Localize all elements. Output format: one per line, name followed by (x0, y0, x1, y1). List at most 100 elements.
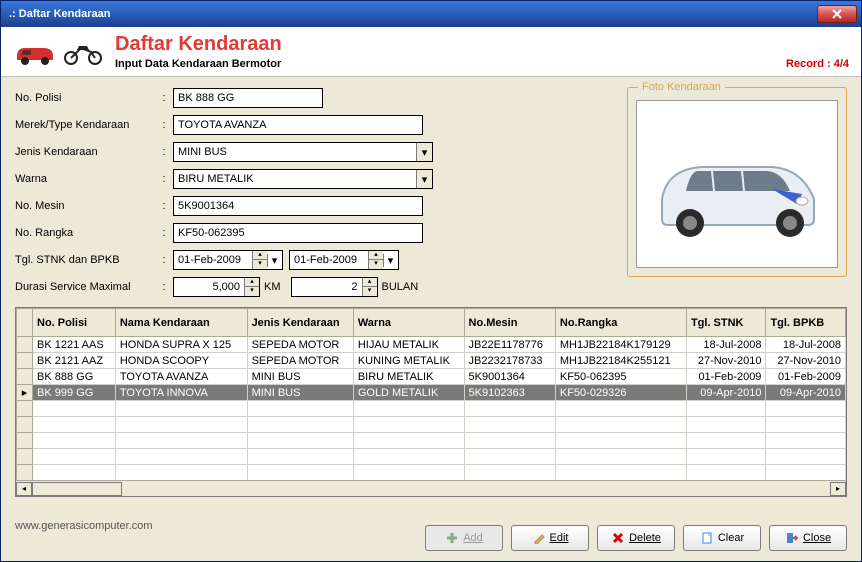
cell: BK 888 GG (33, 369, 116, 385)
cell: BIRU METALIK (353, 369, 464, 385)
vehicle-photo (636, 100, 838, 268)
add-button[interactable]: Add (425, 525, 503, 551)
combo-jenis[interactable]: MINI BUS ▾ (173, 142, 433, 162)
scroll-left-icon[interactable]: ◂ (16, 482, 32, 496)
column-header[interactable]: No.Rangka (555, 309, 686, 337)
close-button[interactable]: Close (769, 525, 847, 551)
header-icons (13, 38, 105, 66)
column-header[interactable]: Tgl. STNK (686, 309, 765, 337)
cell: HIJAU METALIK (353, 337, 464, 353)
cell: 09-Apr-2010 (766, 385, 846, 401)
column-header[interactable]: No. Polisi (33, 309, 116, 337)
cell: BK 2121 AAZ (33, 353, 116, 369)
chevron-down-icon[interactable]: ▾ (383, 254, 397, 267)
motorcycle-icon (61, 38, 105, 66)
footer: www.generasicomputer.com Add Edit Delete… (1, 519, 861, 561)
table-row[interactable] (17, 417, 846, 433)
label-tgl: Tgl. STNK dan BPKB (15, 254, 155, 266)
input-no-polisi[interactable] (173, 88, 323, 108)
table-row[interactable] (17, 465, 846, 481)
column-header[interactable]: Warna (353, 309, 464, 337)
spin-down-icon[interactable]: ▾ (253, 260, 267, 269)
spin-up-icon[interactable]: ▴ (363, 278, 377, 287)
footer-url: www.generasicomputer.com (15, 520, 425, 532)
date-stnk[interactable]: ▴▾ ▾ (173, 250, 283, 270)
cell: 09-Apr-2010 (686, 385, 765, 401)
column-header[interactable]: Tgl. BPKB (766, 309, 846, 337)
input-durasi-bulan[interactable]: ▴▾ (291, 277, 378, 297)
cell: GOLD METALIK (353, 385, 464, 401)
column-header[interactable]: No.Mesin (464, 309, 555, 337)
window-close-button[interactable] (817, 5, 857, 23)
document-icon (700, 531, 714, 545)
cell: KF50-062395 (555, 369, 686, 385)
close-icon (831, 9, 843, 19)
cell: 5K9001364 (464, 369, 555, 385)
cell: SEPEDA MOTOR (247, 353, 353, 369)
delete-button[interactable]: Delete (597, 525, 675, 551)
table-row[interactable] (17, 449, 846, 465)
spin-down-icon[interactable]: ▾ (245, 287, 259, 296)
unit-km: KM (264, 281, 281, 293)
edit-button[interactable]: Edit (511, 525, 589, 551)
label-no-polisi: No. Polisi (15, 92, 155, 104)
input-durasi-km[interactable]: ▴▾ (173, 277, 260, 297)
scroll-right-icon[interactable]: ▸ (830, 482, 846, 496)
label-merek: Merek/Type Kendaraan (15, 119, 155, 131)
input-no-rangka[interactable] (173, 223, 423, 243)
cell: MINI BUS (247, 369, 353, 385)
spin-up-icon[interactable]: ▴ (369, 251, 383, 260)
table-row[interactable]: BK 1221 AASHONDA SUPRA X 125SEPEDA MOTOR… (17, 337, 846, 353)
table-row[interactable] (17, 401, 846, 417)
chevron-down-icon: ▾ (416, 143, 432, 161)
spin-up-icon[interactable]: ▴ (245, 278, 259, 287)
date-bpkb[interactable]: ▴▾ ▾ (289, 250, 399, 270)
foto-frame: Foto Kendaraan (627, 87, 847, 277)
cell: KF50-029326 (555, 385, 686, 401)
cell: 5K9102363 (464, 385, 555, 401)
record-counter: Record : 4/4 (786, 58, 849, 70)
input-no-mesin[interactable] (173, 196, 423, 216)
car-icon (13, 38, 57, 66)
spin-down-icon[interactable]: ▾ (363, 287, 377, 296)
column-header[interactable]: Jenis Kendaraan (247, 309, 353, 337)
horizontal-scrollbar[interactable]: ◂ ▸ (16, 480, 846, 496)
form-area: No. Polisi : Merek/Type Kendaraan : Jeni… (1, 77, 861, 307)
cell: HONDA SUPRA X 125 (115, 337, 247, 353)
cell: 18-Jul-2008 (686, 337, 765, 353)
label-jenis: Jenis Kendaraan (15, 146, 155, 158)
door-icon (785, 531, 799, 545)
column-header[interactable]: Nama Kendaraan (115, 309, 247, 337)
spin-down-icon[interactable]: ▾ (369, 260, 383, 269)
cell: 27-Nov-2010 (686, 353, 765, 369)
label-durasi: Durasi Service Maximal (15, 281, 155, 293)
cell: JB22E1178776 (464, 337, 555, 353)
table-row[interactable]: BK 888 GGTOYOTA AVANZAMINI BUSBIRU METAL… (17, 369, 846, 385)
titlebar: .: Daftar Kendaraan (1, 1, 861, 27)
input-merek[interactable] (173, 115, 423, 135)
chevron-down-icon[interactable]: ▾ (267, 254, 281, 267)
cell: 01-Feb-2009 (766, 369, 846, 385)
plus-icon (445, 531, 459, 545)
cell: SEPEDA MOTOR (247, 337, 353, 353)
clear-button[interactable]: Clear (683, 525, 761, 551)
combo-warna[interactable]: BIRU METALIK ▾ (173, 169, 433, 189)
cell: 01-Feb-2009 (686, 369, 765, 385)
label-no-mesin: No. Mesin (15, 200, 155, 212)
x-icon (611, 531, 625, 545)
header: Daftar Kendaraan Input Data Kendaraan Be… (1, 27, 861, 77)
unit-bulan: BULAN (382, 281, 419, 293)
cell: KUNING METALIK (353, 353, 464, 369)
cell: 18-Jul-2008 (766, 337, 846, 353)
cell: MH1JB22184K255121 (555, 353, 686, 369)
table-row[interactable] (17, 433, 846, 449)
cell: MH1JB22184K179129 (555, 337, 686, 353)
label-warna: Warna (15, 173, 155, 185)
data-grid[interactable]: No. PolisiNama KendaraanJenis KendaraanW… (15, 307, 847, 497)
spin-up-icon[interactable]: ▴ (253, 251, 267, 260)
cell: BK 1221 AAS (33, 337, 116, 353)
table-row[interactable]: ▸BK 999 GGTOYOTA INNOVAMINI BUSGOLD META… (17, 385, 846, 401)
table-row[interactable]: BK 2121 AAZHONDA SCOOPYSEPEDA MOTORKUNIN… (17, 353, 846, 369)
label-no-rangka: No. Rangka (15, 227, 155, 239)
scroll-thumb[interactable] (32, 482, 122, 496)
